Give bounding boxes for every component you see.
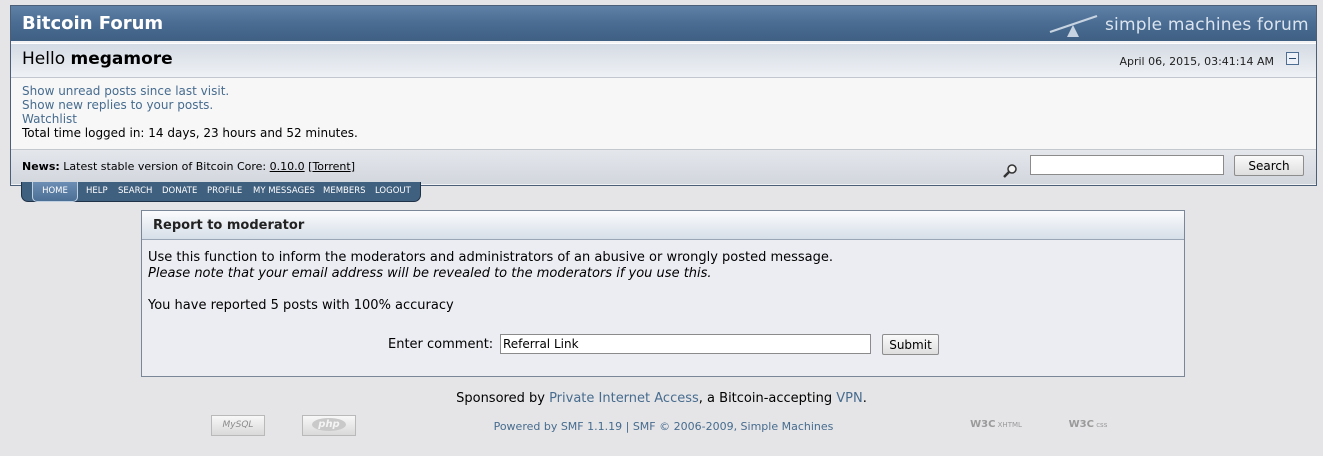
greeting-bar: Hello megamore April 06, 2015, 03:41:14 … <box>11 43 1316 78</box>
w3c-logo-icon: W3C <box>1068 419 1094 430</box>
smf-logo[interactable]: simple machines forum <box>1047 10 1309 38</box>
w3c-xhtml-badge[interactable]: W3C XHTML 1.0 <box>969 415 1023 434</box>
tab-help[interactable]: HELP <box>86 182 108 201</box>
news-bar: News: Latest stable version of Bitcoin C… <box>11 150 1316 184</box>
report-info-text: Use this function to inform the moderato… <box>148 250 834 265</box>
report-email-note: Please note that your email address will… <box>148 266 712 281</box>
search-input[interactable] <box>1030 155 1224 175</box>
search-button[interactable]: Search <box>1234 155 1304 176</box>
greeting-prefix: Hello <box>22 49 66 69</box>
comment-input[interactable] <box>500 334 871 354</box>
w3c-logo-icon: W3C <box>970 419 996 430</box>
sponsor-link[interactable]: Private Internet Access <box>549 391 699 406</box>
sponsor-suffix: . <box>862 391 867 406</box>
news-label: News: <box>22 160 60 173</box>
report-accuracy: You have reported 5 posts with 100% accu… <box>148 298 454 313</box>
collapse-icon[interactable] <box>1286 52 1299 65</box>
tab-members[interactable]: MEMBERS <box>323 182 366 201</box>
report-panel: Report to moderator Use this function to… <box>141 210 1185 377</box>
news-text: Latest stable version of Bitcoin Core: <box>63 160 267 173</box>
powered-by[interactable]: Powered by SMF 1.1.19 | SMF © 2006-2009,… <box>0 420 1323 433</box>
torrent-link[interactable]: Torrent <box>312 160 350 173</box>
report-title-bar: Report to moderator <box>142 211 1184 240</box>
submit-button[interactable]: Submit <box>882 334 939 355</box>
report-title: Report to moderator <box>153 218 305 233</box>
css-badge-text: css <box>1096 421 1108 429</box>
main-nav: HOME HELP SEARCH DONATE PROFILE MY MESSA… <box>21 182 421 202</box>
news: News: Latest stable version of Bitcoin C… <box>22 160 355 173</box>
forum-header: Bitcoin Forum simple machines forum Hell… <box>10 5 1317 186</box>
greeting: Hello megamore <box>22 49 173 69</box>
xhtml-badge-text: XHTML 1.0 <box>997 421 1022 429</box>
watchlist-link[interactable]: Watchlist <box>22 112 77 126</box>
unread-posts-link[interactable]: Show unread posts since last visit. <box>22 84 229 98</box>
time-logged-in: Total time logged in: 14 days, 23 hours … <box>22 126 358 140</box>
torrent-close-bracket: ] <box>350 160 355 173</box>
sponsor-prefix: Sponsored by <box>456 391 545 406</box>
tab-profile[interactable]: PROFILE <box>207 182 242 201</box>
user-info-panel: Show unread posts since last visit. Show… <box>11 78 1316 150</box>
vpn-link[interactable]: VPN <box>836 391 862 406</box>
tab-search[interactable]: SEARCH <box>118 182 152 201</box>
tab-logout[interactable]: LOGOUT <box>375 182 411 201</box>
title-bar: Bitcoin Forum simple machines forum <box>11 6 1316 41</box>
w3c-css-badge[interactable]: W3C css <box>1061 415 1115 434</box>
smf-logo-text: simple machines forum <box>1105 15 1309 35</box>
sponsor-line: Sponsored by Private Internet Access, a … <box>0 391 1323 406</box>
tab-donate[interactable]: DONATE <box>162 182 197 201</box>
new-replies-link[interactable]: Show new replies to your posts. <box>22 98 213 112</box>
tab-my-messages[interactable]: MY MESSAGES <box>253 182 315 201</box>
tab-home[interactable]: HOME <box>32 182 78 202</box>
magnifier-icon <box>1003 164 1017 178</box>
username: megamore <box>70 49 173 69</box>
comment-label: Enter comment: <box>388 337 494 352</box>
version-link[interactable]: 0.10.0 <box>270 160 305 173</box>
sponsor-middle: , a Bitcoin-accepting <box>698 391 833 406</box>
current-datetime: April 06, 2015, 03:41:14 AM <box>1119 55 1274 68</box>
smf-logo-icon <box>1049 14 1098 37</box>
forum-title[interactable]: Bitcoin Forum <box>22 13 163 34</box>
